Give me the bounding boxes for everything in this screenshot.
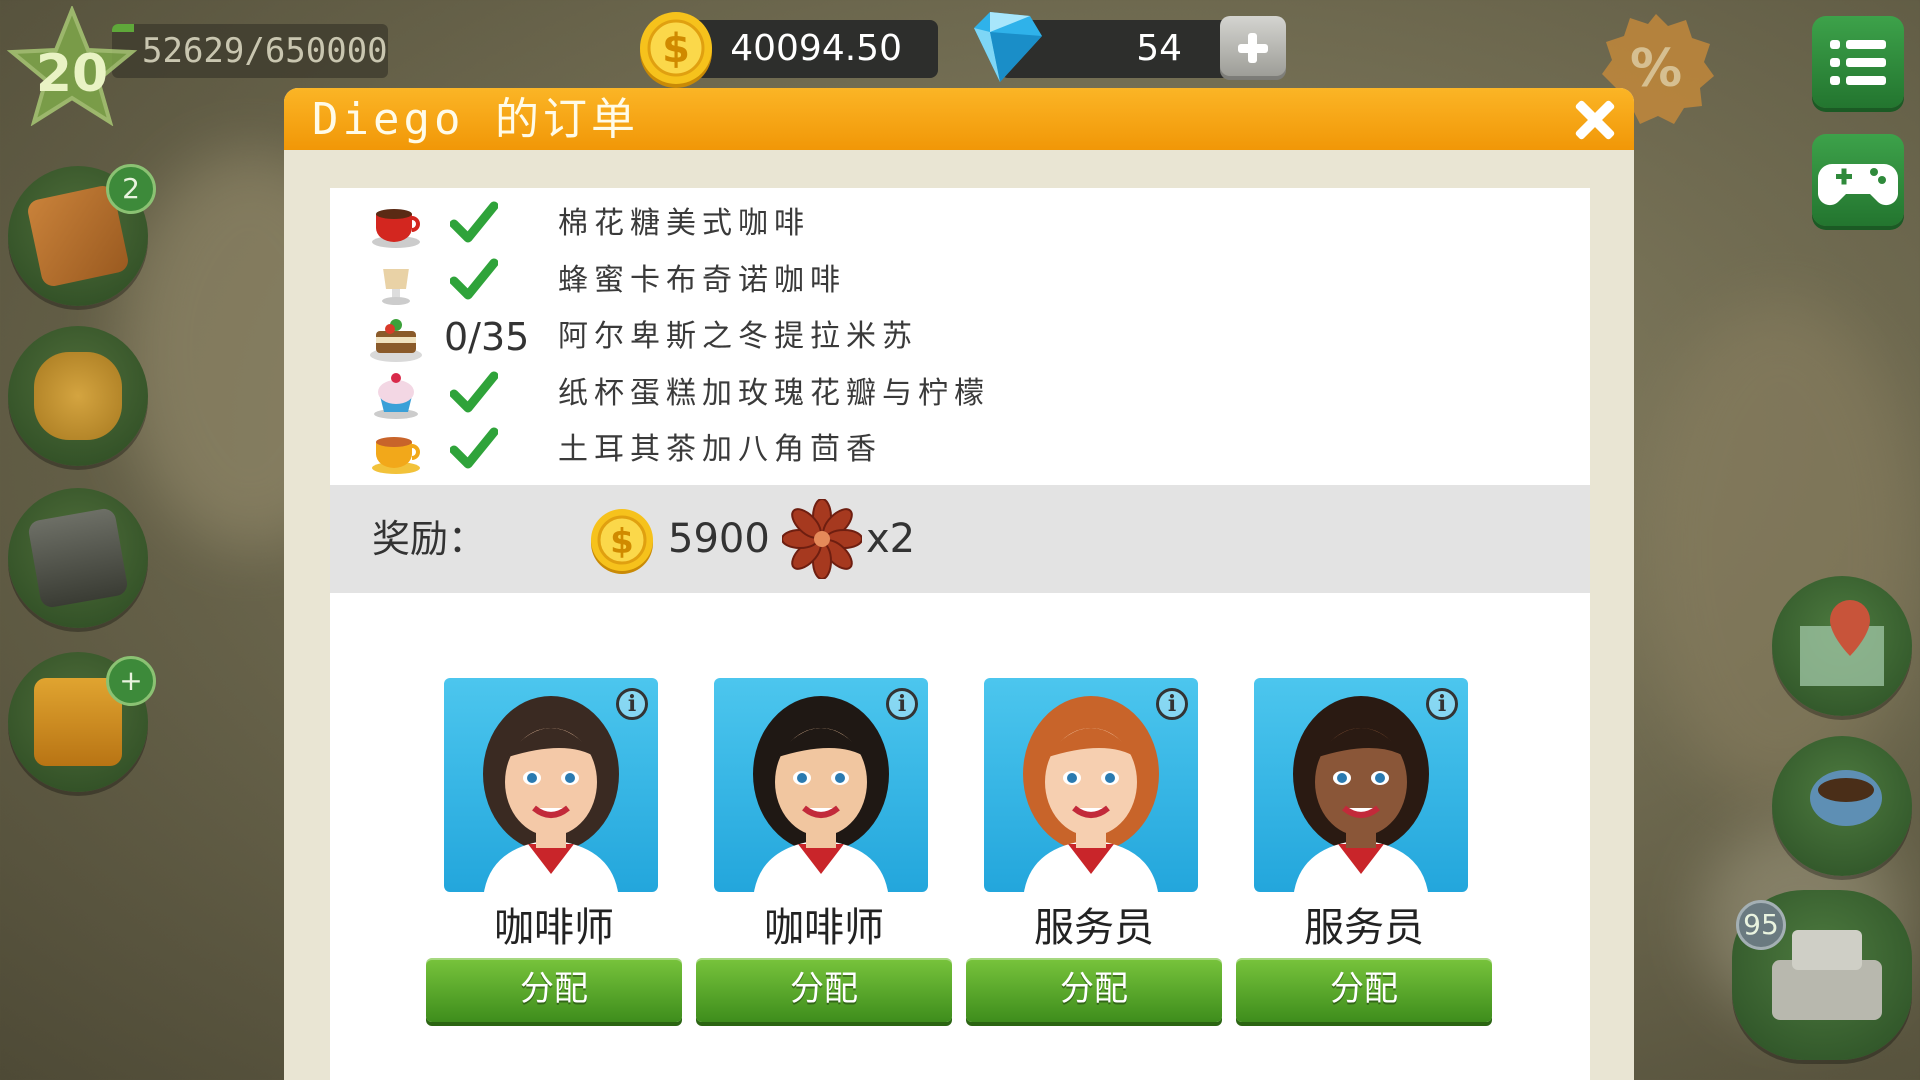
assign-button[interactable]: 分配 xyxy=(426,958,682,1022)
red-coffee-cup-icon xyxy=(368,198,424,250)
svg-text:$: $ xyxy=(610,522,634,562)
phone-button[interactable] xyxy=(8,488,148,628)
assign-button[interactable]: 分配 xyxy=(966,958,1222,1022)
order-item-row: 土耳其茶加八角茴香 xyxy=(330,422,1590,478)
map-button[interactable] xyxy=(1772,576,1912,716)
menu-list-button[interactable] xyxy=(1812,16,1904,108)
recipe-book-badge: 2 xyxy=(106,164,156,214)
xp-bar: 52629/650000 xyxy=(112,24,388,78)
order-panel: 棉花糖美式咖啡蜂蜜卡布奇诺咖啡 0/35 阿尔卑斯之冬提拉米苏纸杯蛋糕加玫瑰花瓣与柠… xyxy=(330,188,1590,1080)
ingredients-button[interactable] xyxy=(8,326,148,466)
minigame-button[interactable] xyxy=(1812,134,1904,226)
coin-balance: 40094.50 xyxy=(680,20,938,78)
reward-strip: 奖励： $ 5900 x2 xyxy=(330,485,1590,593)
dialog-header: Diego 的订单 xyxy=(284,88,1634,150)
tiramisu-cake-icon xyxy=(368,311,424,363)
flour-sack-icon xyxy=(34,352,122,440)
item-name: 纸杯蛋糕加玫瑰花瓣与柠檬 xyxy=(558,375,990,411)
info-icon[interactable]: i xyxy=(886,688,918,720)
staff-role: 服务员 xyxy=(1034,905,1154,951)
item-name: 阿尔卑斯之冬提拉米苏 xyxy=(558,319,918,354)
map-pin-icon xyxy=(1800,600,1884,686)
assign-button[interactable]: 分配 xyxy=(1236,958,1492,1022)
close-button[interactable] xyxy=(1568,94,1620,146)
item-name: 土耳其茶加八角茴香 xyxy=(558,432,882,467)
dialog-title: Diego 的订单 xyxy=(312,94,639,145)
staff-card: i 咖啡师分配 xyxy=(426,678,682,1022)
level-number: 20 xyxy=(35,44,109,104)
check-icon xyxy=(449,426,499,470)
reward-label: 奖励： xyxy=(372,517,487,561)
gem-amount: 54 xyxy=(1136,28,1182,69)
order-item-row: 棉花糖美式咖啡 xyxy=(330,196,1590,252)
staff-portrait[interactable]: i xyxy=(444,678,658,892)
staff-portrait[interactable]: i xyxy=(1254,678,1468,892)
staff-card: i 咖啡师分配 xyxy=(696,678,952,1022)
plus-icon: + xyxy=(106,656,156,706)
buy-gems-button[interactable] xyxy=(1220,16,1286,80)
staff-portrait[interactable]: i xyxy=(714,678,928,892)
star-anise-icon xyxy=(782,499,862,579)
svg-text:$: $ xyxy=(662,26,690,72)
order-item-row: 纸杯蛋糕加玫瑰花瓣与柠檬 xyxy=(330,366,1590,422)
recipe-book-button[interactable]: 2 xyxy=(8,164,156,306)
staff-role: 咖啡师 xyxy=(494,905,614,951)
info-icon[interactable]: i xyxy=(1156,688,1188,720)
coin-amount: 40094.50 xyxy=(730,28,902,69)
gift-button[interactable]: + xyxy=(8,652,156,792)
staff-card: i 服务员分配 xyxy=(1236,678,1492,1022)
coin-icon: $ xyxy=(591,509,653,574)
coin-icon: $ xyxy=(640,12,712,88)
check-icon xyxy=(449,370,499,414)
reward-item-multiplier: x2 xyxy=(866,516,916,562)
svg-text:%: % xyxy=(1630,39,1682,99)
register-badge: 95 xyxy=(1736,900,1786,950)
staff-role: 咖啡师 xyxy=(764,905,884,951)
cash-register-button[interactable]: 95 xyxy=(1732,890,1912,1060)
staff-card: i 服务员分配 xyxy=(966,678,1222,1022)
item-name: 蜂蜜卡布奇诺咖啡 xyxy=(558,262,846,298)
gamepad-icon xyxy=(1818,164,1898,206)
check-icon xyxy=(449,257,499,301)
check-icon xyxy=(449,200,499,244)
cupcake-icon xyxy=(368,368,424,420)
staff-portrait[interactable]: i xyxy=(984,678,1198,892)
order-item-row: 0/35 阿尔卑斯之冬提拉米苏 xyxy=(330,309,1590,365)
reward-coin-amount: 5900 xyxy=(668,516,770,562)
item-name: 棉花糖美式咖啡 xyxy=(558,206,810,241)
staff-role: 服务员 xyxy=(1304,905,1424,951)
tea-cup-icon xyxy=(368,424,424,476)
latte-glass-icon xyxy=(368,255,424,307)
item-progress: 0/35 xyxy=(444,315,530,359)
order-dialog: Diego 的订单 棉花糖美式咖啡蜂蜜卡布奇诺咖啡 0/35 阿尔卑斯之冬提拉米苏纸… xyxy=(284,88,1634,1080)
info-icon[interactable]: i xyxy=(1426,688,1458,720)
assign-button[interactable]: 分配 xyxy=(696,958,952,1022)
order-item-row: 蜂蜜卡布奇诺咖啡 xyxy=(330,253,1590,309)
xp-text: 52629/650000 xyxy=(142,31,388,71)
background-blur xyxy=(1640,300,1920,800)
telephone-icon xyxy=(27,507,129,609)
level-badge[interactable]: 20 xyxy=(6,4,138,127)
diamond-icon xyxy=(974,12,1042,82)
info-icon[interactable]: i xyxy=(616,688,648,720)
coffee-price-icon xyxy=(1810,770,1882,826)
cafe-menu-button[interactable] xyxy=(1772,736,1912,876)
